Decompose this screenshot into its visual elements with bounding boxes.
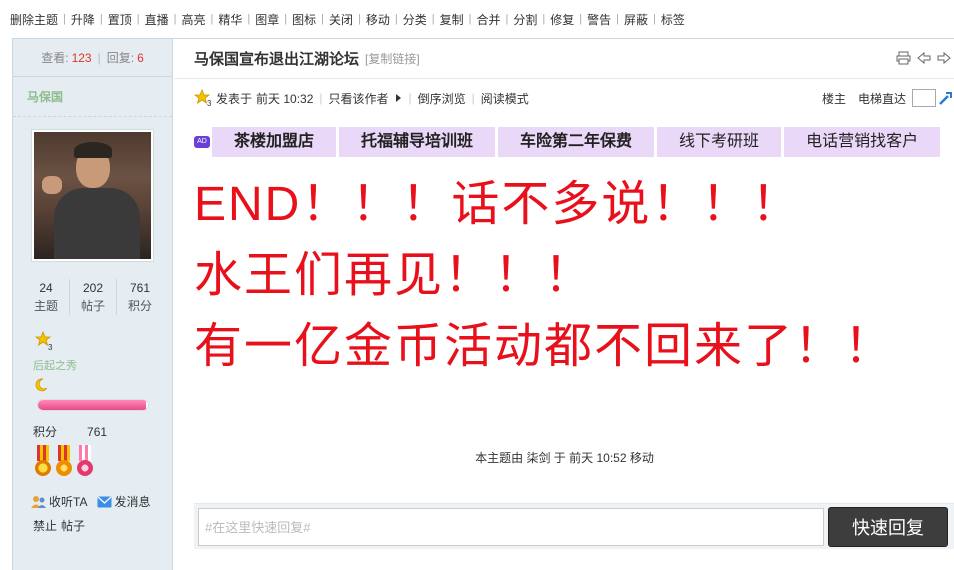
elevator-go-icon[interactable]: [938, 90, 954, 106]
admin-category[interactable]: 分类: [403, 11, 427, 28]
ad-link[interactable]: 托福辅导培训班: [339, 127, 496, 157]
author-actions: 收听TA 发消息: [31, 493, 160, 510]
stat-credits[interactable]: 761 积分: [117, 279, 163, 315]
elevator-label: 电梯直达: [857, 91, 906, 106]
prev-thread-icon[interactable]: [917, 51, 931, 65]
copy-link-button[interactable]: [复制链接]: [365, 50, 420, 67]
mail-icon: [97, 496, 112, 507]
floor-label: 楼主: [821, 91, 846, 106]
posted-label: 发表于: [216, 91, 253, 106]
views-label: 查看:: [41, 51, 69, 65]
follow-button[interactable]: 收听TA: [31, 493, 87, 510]
admin-highlight[interactable]: 高亮: [182, 11, 206, 28]
ad-tag: AD: [194, 136, 210, 148]
follow-icon: [31, 495, 46, 508]
thread-stats: 查看: 123 | 回复: 6: [13, 39, 172, 77]
medal-icon[interactable]: [54, 445, 74, 479]
author-name[interactable]: 马保国: [13, 77, 172, 117]
rank-title: 后起之秀: [33, 360, 77, 372]
admin-warn[interactable]: 警告: [587, 11, 611, 28]
ad-link[interactable]: 茶楼加盟店: [212, 127, 337, 157]
ad-link[interactable]: 电话营销找客户: [784, 127, 941, 157]
replies-label: 回复:: [106, 51, 135, 65]
reverse-view-link[interactable]: 倒序浏览: [418, 90, 466, 107]
admin-digest[interactable]: 精华: [218, 11, 242, 28]
star-icon: 3: [34, 330, 55, 352]
admin-move[interactable]: 移动: [366, 11, 390, 28]
admin-merge[interactable]: 合并: [477, 11, 501, 28]
admin-toolbar: 删除主题 | 升降 | 置顶 | 直播 | 高亮 | 精华 | 图章 | 图标 | 关闭 | 移动…: [10, 11, 685, 28]
quick-reply-button[interactable]: 快速回复: [828, 507, 948, 547]
next-thread-icon[interactable]: [937, 51, 951, 65]
admin-icon[interactable]: 图标: [292, 11, 316, 28]
posted-time: 前天 10:32: [256, 91, 314, 106]
admin-bump[interactable]: 升降: [71, 11, 95, 28]
only-author-link[interactable]: 只看该作者: [329, 90, 389, 107]
admin-live[interactable]: 直播: [145, 11, 169, 28]
credit-row: 积分 761: [33, 425, 108, 439]
thread-frame: 查看: 123 | 回复: 6 马保国 24 主题 202 帖子 761 积分 …: [12, 38, 954, 570]
message-button[interactable]: 发消息: [97, 493, 150, 510]
ad-link[interactable]: 车险第二年保费: [498, 127, 655, 157]
level-progress-fill: [38, 400, 146, 410]
author-sidebar: 查看: 123 | 回复: 6 马保国 24 主题 202 帖子 761 积分 …: [13, 39, 173, 570]
admin-sticky[interactable]: 置顶: [108, 11, 132, 28]
views-count: 123: [71, 50, 92, 65]
post-content: END！！！话不多说！！！ 水王们再见！！！ 有一亿金币活动都不回来了！！: [194, 169, 954, 382]
ad-link[interactable]: 线下考研班: [657, 127, 782, 157]
quick-reply-bar: 快速回复: [194, 503, 954, 549]
user-stats: 24 主题 202 帖子 761 积分: [23, 279, 163, 315]
user-posts-link[interactable]: 帖子: [61, 519, 85, 533]
read-mode-link[interactable]: 阅读模式: [481, 90, 529, 107]
ad-banner: AD 茶楼加盟店 托福辅导培训班 车险第二年保费 线下考研班 电话营销找客户: [194, 127, 954, 157]
caret-right-icon: [395, 94, 401, 102]
admin-stamp[interactable]: 图章: [255, 11, 279, 28]
post-text-line: END！！！话不多说！！！: [194, 178, 802, 231]
moved-note: 本主题由 柒剑 于 前天 10:52 移动: [475, 451, 654, 465]
moon-icon: [33, 377, 49, 393]
ban-button[interactable]: 禁止: [33, 519, 57, 533]
avatar[interactable]: [31, 129, 154, 262]
avatar-image: [34, 132, 151, 259]
admin-tags[interactable]: 标签: [661, 11, 685, 28]
svg-text:3: 3: [207, 99, 212, 107]
print-icon[interactable]: [896, 51, 911, 65]
medal-icon[interactable]: [75, 445, 95, 479]
post-meta: 3 发表于 前天 10:32 | 只看该作者 | 倒序浏览 | 阅读模式 楼主 …: [194, 87, 954, 109]
stat-posts[interactable]: 202 帖子: [70, 279, 117, 315]
post-text-line: 有一亿金币活动都不回来了！！: [194, 320, 895, 373]
medals: [33, 445, 95, 479]
elevator-input[interactable]: [912, 89, 936, 107]
credit-value: 761: [87, 425, 108, 439]
post-text-line: 水王们再见！！！: [194, 249, 595, 302]
quick-reply-input[interactable]: [198, 508, 824, 546]
thread-title-row: 马保国宣布退出江湖论坛 [复制链接]: [174, 39, 954, 79]
admin-close[interactable]: 关闭: [329, 11, 353, 28]
admin-split[interactable]: 分割: [513, 11, 537, 28]
post-main: 马保国宣布退出江湖论坛 [复制链接] 3 发表于 前天 10:32 | 只看该作…: [174, 39, 954, 570]
thread-title: 马保国宣布退出江湖论坛: [194, 51, 360, 68]
admin-block[interactable]: 屏蔽: [624, 11, 648, 28]
admin-repair[interactable]: 修复: [550, 11, 574, 28]
star-level: 3: [48, 343, 53, 351]
medal-icon[interactable]: [33, 445, 53, 479]
stat-threads[interactable]: 24 主题: [23, 279, 70, 315]
moderation-actions: 禁止 帖子: [33, 517, 89, 534]
level-progress-bar: [37, 399, 149, 411]
admin-delete-thread[interactable]: 删除主题: [10, 11, 58, 28]
replies-count: 6: [137, 50, 144, 65]
star-icon: 3: [194, 89, 212, 107]
admin-copy[interactable]: 复制: [440, 11, 464, 28]
